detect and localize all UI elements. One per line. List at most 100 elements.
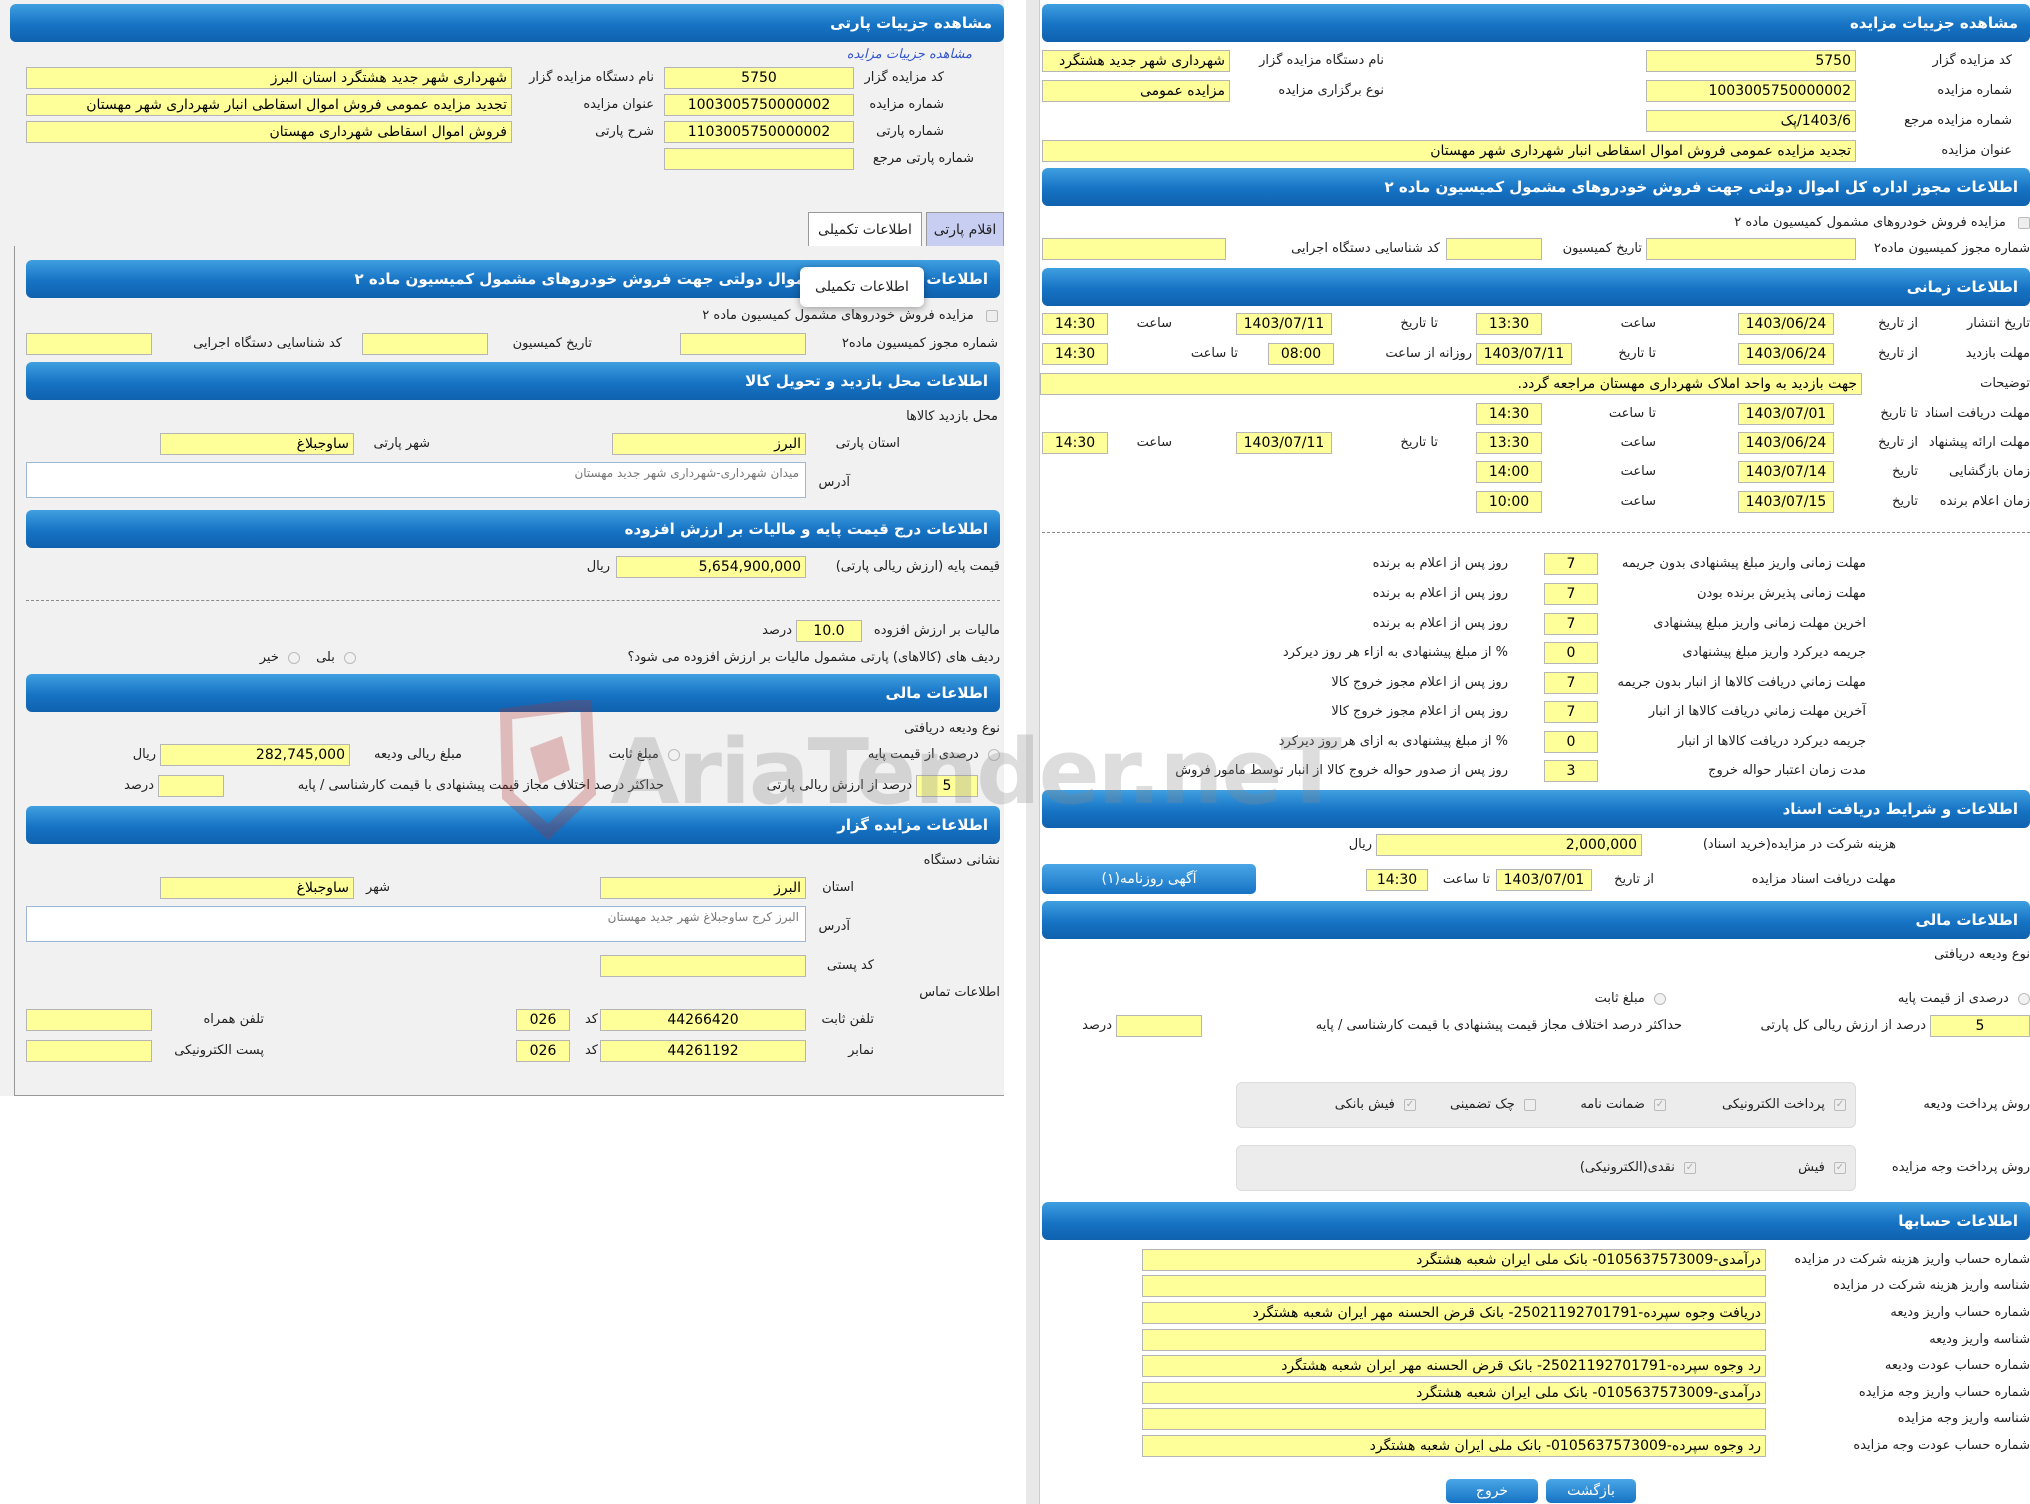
mobile-label: تلفن همراه	[203, 1012, 265, 1027]
fee-field: 2,000,000	[1376, 834, 1642, 856]
r-percent-option[interactable]: درصدی از قیمت پایه	[1866, 988, 2030, 1010]
base-price-field: 5,654,900,000	[616, 556, 806, 578]
left-percent-option[interactable]: درصدی از قیمت پایه	[814, 744, 1000, 766]
r-fixed-option[interactable]: مبلغ ثابت	[1526, 988, 1666, 1010]
breadcrumb[interactable]: مشاهده جزییات مزایده	[847, 44, 972, 66]
doc-to-label: تا تاریخ	[1880, 406, 1918, 421]
newspaper-ad-button[interactable]: آگهی روزنامه(۱)	[1042, 864, 1256, 894]
visit-address-field: میدان شهرداری-شهرداری شهر جدید مهستان	[26, 462, 806, 498]
deadline-value: 0	[1544, 642, 1598, 664]
left-fixed-option[interactable]: مبلغ ثابت	[570, 744, 680, 766]
r-deposit-type-label: نوع ودیعه دریافتی	[1934, 947, 2030, 962]
fax-code-field: 026	[516, 1040, 570, 1062]
r-no-field: 1003005750000002	[1646, 80, 1856, 102]
offer-to-field: 1403/07/11	[1236, 432, 1332, 454]
r-permit-checkbox[interactable]: مزایده فروش خودروهای مشمول کمیسیون ماده …	[1586, 212, 2030, 234]
exit-button[interactable]: خروج	[1446, 1479, 1538, 1503]
account-field	[1142, 1329, 1766, 1351]
auctioneer-city-field: ساوجبلاغ	[160, 877, 354, 899]
tooltip: اطلاعات تکمیلی	[800, 267, 924, 307]
pub-label: تاریخ انتشار	[1967, 316, 2030, 331]
account-field	[1142, 1275, 1766, 1297]
left-deposit-type-label: نوع ودیعه دریافتی	[904, 721, 1000, 736]
left-permit-id-field	[26, 333, 152, 355]
page-title: مشاهده جزییات پارتی	[10, 4, 1004, 42]
left-max-diff-label: حداکثر درصد اختلاف مجاز قیمت پیشنهادی با…	[297, 778, 664, 793]
notes-field: جهت بازدید به واحد املاک شهرداری مهستان …	[1040, 373, 1862, 395]
dep-method-receipt[interactable]: ✓ فیش بانکی	[1306, 1094, 1416, 1116]
contact-sub: اطلاعات تماس	[919, 985, 1000, 1000]
ref-party-field	[664, 148, 854, 170]
doc-label: مهلت دریافت اسناد	[1924, 406, 2030, 421]
divider	[1042, 532, 2030, 533]
account-field: دریافت وجوه سپرده-25021192701791- بانک ق…	[1142, 1302, 1766, 1324]
pub-from-h-field: 13:30	[1476, 313, 1542, 335]
visit-from-label: از تاریخ	[1878, 346, 1918, 361]
doc-deadline-from: از تاریخ	[1614, 872, 1654, 887]
pay-method-label: روش پرداخت وجه مزایده	[1891, 1160, 2030, 1175]
account-field: رد وجوه سپرده-0105637573009- بانک ملی ای…	[1142, 1435, 1766, 1457]
r-ref-field: 1403/6/پک	[1646, 110, 1856, 132]
deadline-value: 7	[1544, 701, 1598, 723]
r-code-field: 5750	[1646, 50, 1856, 72]
auction-no-label: شماره مزایده	[869, 97, 944, 112]
docs-header: اطلاعات و شرایط دریافت اسناد	[1042, 790, 2030, 828]
dep-method-guarantee[interactable]: ✓ ضمانت نامه	[1536, 1094, 1666, 1116]
fax-label: نمابر	[848, 1043, 874, 1058]
open-date-field: 1403/07/14	[1738, 461, 1834, 483]
fax-field: 44261192	[600, 1040, 806, 1062]
title-label: عنوان مزایده	[583, 97, 654, 112]
vat-yes-radio[interactable]: بلی	[300, 647, 356, 669]
tab-items[interactable]: اقلام پارتی	[926, 212, 1004, 246]
left-permit-checkbox[interactable]: مزایده فروش خودروهای مشمول کمیسیون ماده …	[560, 305, 998, 327]
vat-field: 10.0	[796, 620, 862, 642]
auctioneer-address-field: البرز کرج ساوجبلاغ شهر جدید مهستان	[26, 906, 806, 942]
r-finance-header: اطلاعات مالی	[1042, 901, 2030, 939]
account-label: شماره حساب عودت وجه مزایده	[1853, 1438, 2030, 1453]
deadline-unit: روز پس از اعلام به برنده	[1372, 616, 1508, 631]
open-h-label: ساعت	[1620, 464, 1656, 479]
offer-to-label: تا تاریخ	[1400, 435, 1438, 450]
account-label: شماره حساب عودت ودیعه	[1884, 1358, 2030, 1373]
ref-party-label: شماره پارتی مرجع	[872, 151, 974, 166]
phone-field: 44266420	[600, 1009, 806, 1031]
postal-code-label: کد پستی	[826, 958, 874, 973]
r-permit-no-field	[1646, 238, 1856, 260]
divider	[26, 600, 1000, 601]
pay-method-receipt[interactable]: ✓ فیش	[1686, 1157, 1846, 1179]
left-permit-date-label: تاریخ کمیسیون	[512, 336, 592, 351]
account-label: شناسه واریز هزینه شرکت در مزایده	[1833, 1278, 2030, 1293]
r-title-field: تجدید مزایده عمومی فروش اموال اسقاطی انب…	[1042, 140, 1856, 162]
back-button[interactable]: بازگشت	[1546, 1479, 1636, 1503]
vat-label: مالیات بر ارزش افزوده	[873, 623, 1000, 638]
account-field: درآمدی-0105637573009- بانک ملی ایران شعب…	[1142, 1249, 1766, 1271]
auctioneer-province-label: استان	[822, 880, 854, 895]
pay-method-cash[interactable]: ✓ نقدی(الکترونیکی)	[1426, 1157, 1696, 1179]
left-permit-no-field	[680, 333, 806, 355]
dep-method-cheque[interactable]: چک تضمینی	[1416, 1094, 1536, 1116]
email-label: پست الکترونیکی	[174, 1043, 264, 1058]
base-price-label: قیمت پایه (ارزش ریالی پارتی)	[835, 559, 1000, 574]
deadline-unit: روز پس از اعلام مجوز خروج کالا	[1331, 704, 1508, 719]
r-pct-label: درصد از ارزش ریالی کل پارتی	[1760, 1018, 1926, 1033]
deposit-amount-label: مبلغ ریالی ودیعه	[374, 747, 462, 762]
vat-no-radio[interactable]: خیر	[250, 647, 300, 669]
left-permit-no-label: شماره مجوز کمیسیون ماده۲	[841, 336, 998, 351]
auctioneer-province-field: البرز	[600, 877, 806, 899]
tab-extra-info[interactable]: اطلاعات تکمیلی	[808, 212, 922, 247]
auction-no-field: 1003005750000002	[664, 94, 854, 116]
r-max-diff-field	[1116, 1015, 1202, 1037]
offer-from-h-field: 13:30	[1476, 432, 1542, 454]
title-field: تجدید مزایده عمومی فروش اموال اسقاطی انب…	[26, 94, 512, 116]
pub-from-label: از تاریخ	[1878, 316, 1918, 331]
r-max-diff-unit: درصد	[1082, 1018, 1112, 1033]
deposit-amount-unit: ریال	[132, 747, 156, 762]
vat-question: ردیف های (کالاهای) پارتی مشمول مالیات بر…	[627, 650, 1000, 665]
phone-code-label: کد	[584, 1012, 598, 1027]
r-pct-field: 5	[1930, 1015, 2030, 1037]
deadline-unit: % از مبلغ پیشنهادی به ازای هر روز دیرکرد	[1278, 734, 1508, 749]
dep-method-electronic[interactable]: ✓ پرداخت الکترونیکی	[1666, 1094, 1846, 1116]
account-label: شناسه واریز ودیعه	[1929, 1332, 2030, 1347]
auction-details-pane: مشاهده جزییات مزایده کد مزایده گزار 5750…	[1026, 0, 2030, 1504]
r-permit-date-label: تاریخ کمیسیون	[1562, 241, 1642, 256]
